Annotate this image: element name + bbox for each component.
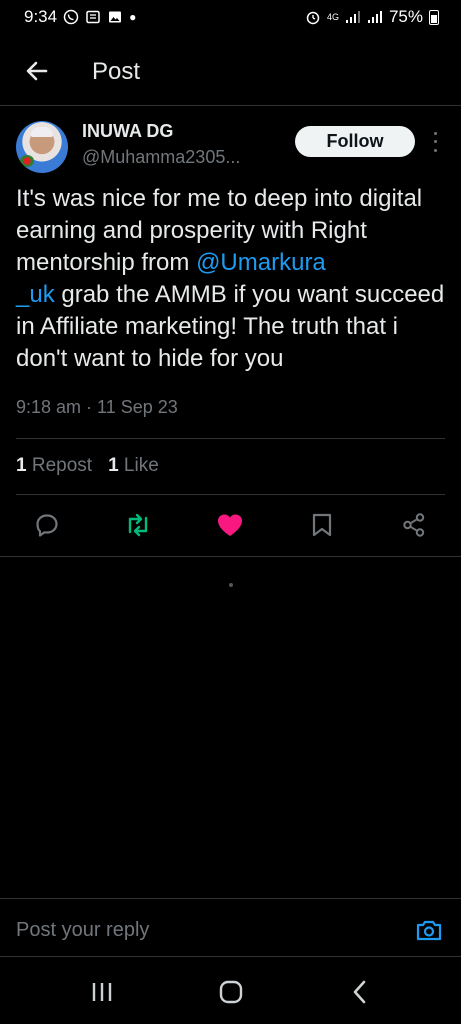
repost-stat[interactable]: 1 Repost: [16, 455, 92, 477]
more-dot-icon: [433, 131, 437, 135]
header-divider: [0, 105, 461, 106]
avatar-flowers: [20, 155, 34, 167]
back-button[interactable]: [20, 54, 54, 88]
heart-icon: [218, 514, 242, 536]
network-type: 4G: [326, 12, 339, 22]
divider: [16, 438, 445, 439]
chevron-left-icon: [353, 980, 366, 1004]
reply-icon: [36, 514, 58, 537]
status-time: 9:34: [24, 7, 58, 26]
bookmark-icon: [312, 513, 332, 537]
author-display-name[interactable]: INUWA DG: [82, 121, 173, 142]
whatsapp-icon: [63, 9, 79, 25]
recent-apps-button[interactable]: [82, 978, 122, 1006]
gallery-icon: [109, 11, 122, 23]
camera-icon: [416, 920, 442, 941]
reply-bottom-divider: [0, 956, 461, 957]
battery-percent: 75%: [388, 7, 423, 26]
arrow-left-icon: [26, 61, 48, 81]
repost-button[interactable]: [122, 505, 154, 545]
home-icon: [219, 980, 243, 1004]
post-text-part2: grab the AMMB if you want succeed in Aff…: [16, 281, 445, 372]
signal-icon-2: [367, 11, 382, 23]
follow-button[interactable]: Follow: [295, 126, 415, 157]
repost-icon: [128, 513, 148, 537]
alarm-icon: [306, 11, 320, 25]
divider: [16, 494, 445, 495]
like-button[interactable]: [214, 505, 246, 545]
post-stats: 1 Repost 1 Like: [16, 455, 159, 477]
back-nav-button[interactable]: [340, 978, 380, 1006]
avatar[interactable]: [16, 121, 68, 173]
bookmark-button[interactable]: [306, 505, 338, 545]
post-text: It's was nice for me to deep into digita…: [16, 183, 446, 375]
divider: [0, 556, 461, 557]
more-dot-icon: [433, 140, 437, 144]
action-bar: [0, 505, 461, 545]
news-icon: [86, 10, 100, 24]
battery-icon: [429, 9, 439, 25]
more-options-button[interactable]: [428, 129, 442, 155]
author-handle[interactable]: @Muhamma2305...: [82, 147, 240, 168]
reply-bar: Post your reply: [0, 899, 461, 955]
reply-input[interactable]: Post your reply: [16, 919, 149, 942]
repost-label: Repost: [31, 455, 93, 476]
mention-line2: _uk: [16, 281, 55, 308]
more-dot-icon: [433, 149, 437, 153]
status-bar: 9:34 ● 4G 75%: [0, 0, 461, 36]
page-title: Post: [92, 58, 141, 85]
mention-line1: @Umarkura: [196, 249, 326, 276]
reply-button[interactable]: [31, 505, 63, 545]
repost-count: 1: [16, 455, 27, 476]
home-button[interactable]: [211, 978, 251, 1006]
recent-apps-icon: [92, 983, 112, 1001]
post-timestamp[interactable]: 9:18 am · 11 Sep 23: [16, 397, 178, 418]
notification-dot-icon: ●: [129, 10, 137, 24]
system-nav-bar: [0, 960, 461, 1024]
like-count: 1: [108, 455, 119, 476]
header: Post: [0, 44, 461, 102]
like-stat[interactable]: 1 Like: [108, 455, 159, 477]
loading-indicator: [229, 583, 233, 587]
avatar-cap: [31, 127, 53, 137]
signal-icon: [345, 11, 360, 23]
camera-button[interactable]: [414, 915, 444, 945]
like-label: Like: [123, 455, 159, 476]
share-button[interactable]: [398, 505, 430, 545]
share-icon: [403, 513, 425, 537]
